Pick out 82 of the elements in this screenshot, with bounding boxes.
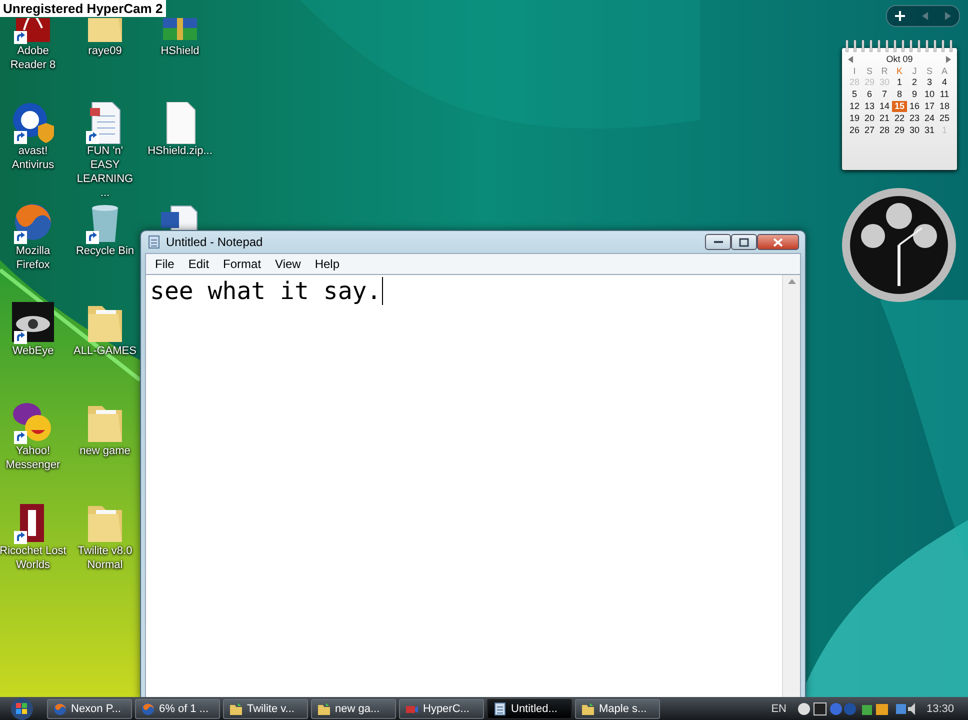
text-area-content[interactable]: see what it say. bbox=[150, 277, 384, 305]
calendar-day[interactable]: 30 bbox=[907, 125, 922, 136]
calendar-day[interactable]: 17 bbox=[922, 101, 937, 112]
globe-icon bbox=[53, 702, 67, 716]
calendar-day[interactable]: 11 bbox=[937, 89, 952, 100]
taskbar-button[interactable]: new ga... bbox=[311, 698, 396, 718]
calendar-day[interactable]: 28 bbox=[877, 125, 892, 136]
calendar-day[interactable]: 22 bbox=[892, 113, 907, 124]
calendar-day[interactable]: 14 bbox=[877, 101, 892, 112]
calendar-day[interactable]: 20 bbox=[862, 113, 877, 124]
menu-item[interactable]: Help bbox=[308, 257, 347, 271]
eye-icon bbox=[12, 302, 54, 344]
calendar-day[interactable]: 31 bbox=[922, 125, 937, 136]
close-button[interactable] bbox=[757, 234, 799, 250]
calendar-day[interactable]: 6 bbox=[862, 89, 877, 100]
calendar-day[interactable]: 26 bbox=[847, 125, 862, 136]
clock-time[interactable]: 13:30 bbox=[926, 702, 954, 714]
calendar-day[interactable]: 5 bbox=[847, 89, 862, 100]
taskbar-button[interactable]: Maple s... bbox=[575, 698, 660, 718]
taskbar-button[interactable]: Nexon P... bbox=[47, 698, 132, 718]
minimize-icon bbox=[714, 241, 722, 243]
weekday-label: S bbox=[925, 66, 934, 76]
calendar-day[interactable]: 25 bbox=[937, 113, 952, 124]
calendar-day[interactable]: 12 bbox=[847, 101, 862, 112]
menu-item[interactable]: Edit bbox=[181, 257, 216, 271]
weekday-label: I bbox=[852, 66, 857, 76]
spiral-binding-icon bbox=[844, 40, 955, 52]
menu-item[interactable]: View bbox=[268, 257, 308, 271]
maximize-icon bbox=[739, 238, 749, 246]
desktop-icon-label[interactable]: HShield.zip... bbox=[148, 144, 212, 158]
calendar-day[interactable]: 23 bbox=[907, 113, 922, 124]
calendar-day[interactable]: 10 bbox=[922, 89, 937, 100]
calendar-day[interactable]: 16 bbox=[907, 101, 922, 112]
minimize-button[interactable] bbox=[705, 234, 731, 250]
calendar-day[interactable]: 27 bbox=[862, 125, 877, 136]
calendar-day[interactable]: 7 bbox=[877, 89, 892, 100]
close-icon bbox=[773, 238, 783, 246]
weekday-label: K bbox=[895, 66, 904, 76]
notepad-icon bbox=[493, 702, 507, 716]
desktop-icon-label[interactable]: FUN 'n' EASY LEARNING ... bbox=[71, 144, 139, 200]
notepad-icon bbox=[147, 235, 161, 249]
taskbar-button[interactable]: HyperC... bbox=[399, 698, 484, 718]
desktop-icon-label[interactable]: Mozilla Firefox bbox=[0, 244, 67, 272]
desktop-icon-label[interactable]: Adobe Reader 8 bbox=[0, 44, 67, 72]
calendar-day[interactable]: 19 bbox=[847, 113, 862, 124]
month-title: Okt 09 bbox=[886, 54, 913, 64]
calendar-day[interactable]: 29 bbox=[892, 125, 907, 136]
taskbar-button[interactable]: Untitled... bbox=[487, 698, 572, 718]
calendar-day[interactable]: 4 bbox=[937, 77, 952, 88]
next-month-icon[interactable] bbox=[946, 56, 952, 62]
desktop-icon-label[interactable]: avast! Antivirus bbox=[0, 144, 67, 172]
folder-icon bbox=[581, 702, 595, 716]
calendar-day[interactable]: 9 bbox=[907, 89, 922, 100]
language-indicator[interactable]: EN bbox=[771, 702, 786, 714]
taskbar-button[interactable]: 6% of 1 ... bbox=[135, 698, 220, 718]
desktop-icon-label[interactable]: raye09 bbox=[88, 44, 122, 58]
desktop-icon-label[interactable]: HShield bbox=[160, 44, 200, 58]
desktop-icon-label[interactable]: Recycle Bin bbox=[76, 244, 134, 258]
calendar-day[interactable]: 24 bbox=[922, 113, 937, 124]
calendar-day[interactable]: 13 bbox=[862, 101, 877, 112]
folder-icon bbox=[229, 702, 243, 716]
weekday-label: J bbox=[911, 66, 918, 76]
window-title: Untitled - Notepad bbox=[166, 235, 264, 249]
maximize-button[interactable] bbox=[731, 234, 757, 250]
previous-month-icon[interactable] bbox=[848, 56, 852, 62]
calendar-day[interactable]: 8 bbox=[892, 89, 907, 100]
menu-item[interactable]: Format bbox=[216, 257, 268, 271]
tray-icons-drawing[interactable] bbox=[796, 700, 916, 716]
taskbar-button[interactable]: Twilite v... bbox=[223, 698, 308, 718]
weekday-label: R bbox=[880, 66, 889, 76]
calendar-day[interactable]: 3 bbox=[922, 77, 937, 88]
calendar-day[interactable]: 1 bbox=[892, 77, 907, 88]
calendar-day[interactable]: 2 bbox=[907, 77, 922, 88]
add-gadget-button[interactable] bbox=[895, 11, 906, 21]
globe-icon bbox=[141, 702, 155, 716]
calendar-day[interactable]: 18 bbox=[937, 101, 952, 112]
calendar-day[interactable]: 21 bbox=[877, 113, 892, 124]
recorder-watermark: Unregistered HyperCam 2 bbox=[0, 0, 166, 17]
weekday-label: A bbox=[940, 66, 948, 76]
menu-item[interactable]: File bbox=[148, 257, 182, 271]
folder-icon bbox=[317, 702, 331, 716]
weekday-label: S bbox=[865, 66, 874, 76]
